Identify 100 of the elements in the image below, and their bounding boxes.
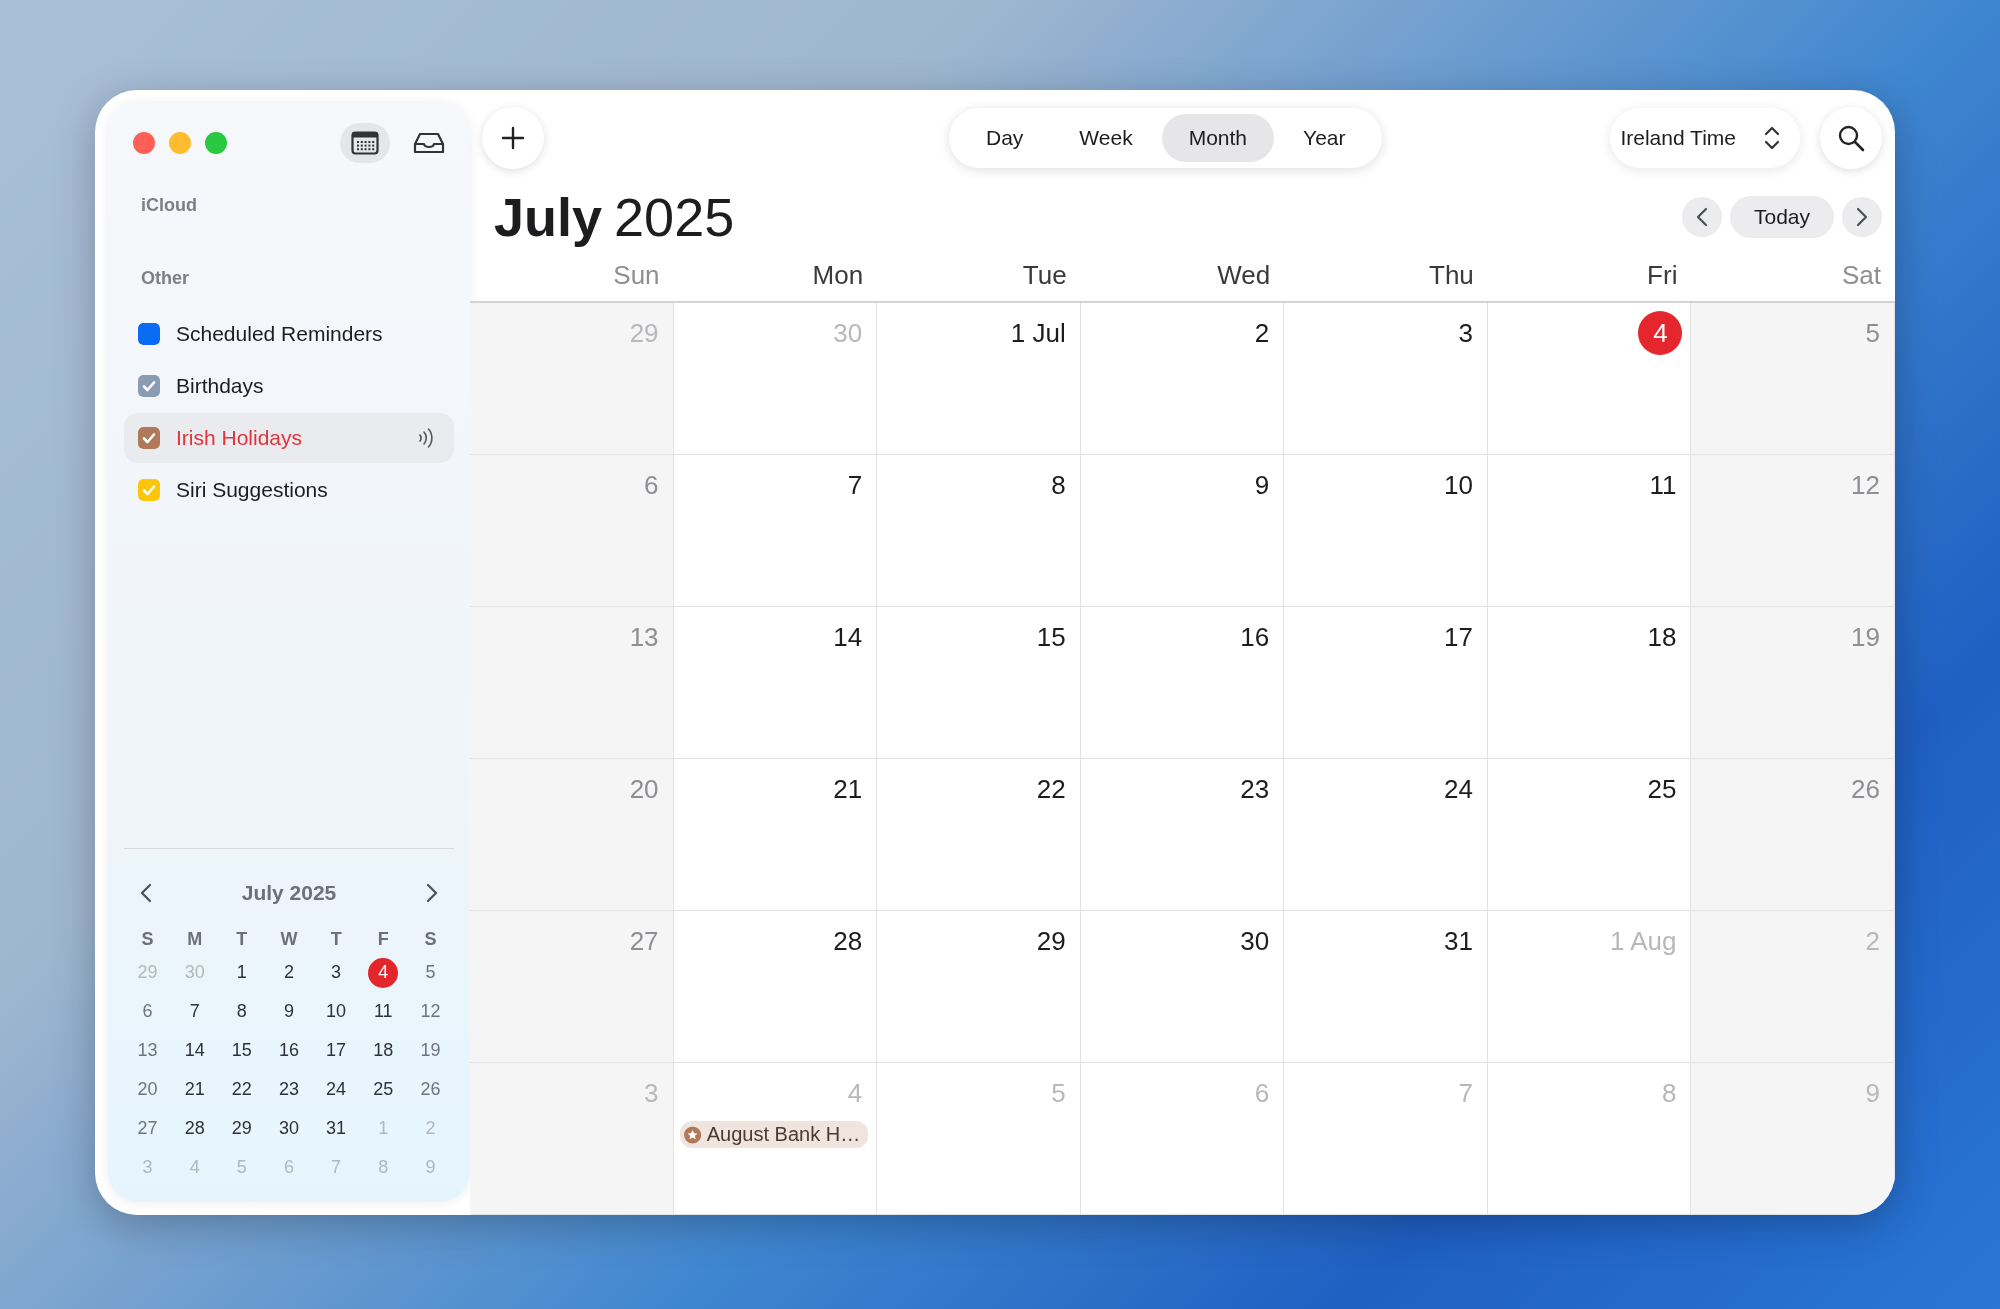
day-number: 9 [1253, 468, 1271, 502]
mini-calendar-day[interactable]: 13 [132, 1035, 163, 1066]
calendar-item[interactable]: Scheduled Reminders [124, 309, 454, 359]
day-number: 22 [1035, 772, 1067, 806]
mini-calendar-title: July 2025 [241, 881, 337, 905]
day-number: 2 [1864, 924, 1881, 958]
calendar-list-button[interactable] [340, 123, 390, 163]
day-number: 27 [628, 924, 660, 958]
calendar-icon [351, 131, 379, 155]
mini-calendar-day[interactable]: 27 [132, 1113, 163, 1144]
mini-calendar-day[interactable]: 28 [179, 1113, 210, 1144]
weekday-header: Mon [812, 259, 864, 290]
year-title: 2025 [614, 186, 735, 248]
mini-calendar-day[interactable]: 14 [179, 1035, 210, 1066]
add-event-button[interactable] [482, 107, 544, 169]
day-number: 4 [1638, 311, 1683, 355]
mini-calendar-day[interactable]: 7 [179, 996, 210, 1027]
calendar-item[interactable]: Irish Holidays [124, 413, 454, 463]
section-heading: iCloud [140, 195, 198, 216]
calendar-item[interactable]: Siri Suggestions [124, 465, 454, 515]
weekday-header: Sat [1841, 259, 1881, 290]
weekday-label: S [141, 929, 154, 949]
weekday-label: T [236, 929, 248, 949]
mini-calendar-day[interactable]: 10 [321, 996, 352, 1027]
chevron-right-icon [1856, 207, 1868, 227]
mini-calendar-day[interactable]: 18 [368, 1035, 399, 1066]
day-number: 17 [1442, 620, 1474, 654]
day-number: 4 [846, 1076, 864, 1110]
day-number: 13 [628, 620, 660, 654]
mini-calendar-day[interactable]: 22 [226, 1074, 257, 1105]
month-title: July [494, 186, 603, 248]
mini-calendar-day[interactable]: 29 [226, 1113, 257, 1144]
day-number: 3 [1457, 316, 1474, 350]
day-number: 19 [1850, 620, 1881, 654]
mini-calendar-day[interactable]: 26 [415, 1074, 446, 1105]
window-control-icon[interactable] [133, 132, 155, 154]
mini-calendar-day[interactable]: 30 [274, 1113, 304, 1144]
mini-calendar-day[interactable]: 21 [179, 1074, 210, 1105]
timezone-selector[interactable]: Ireland Time [1610, 108, 1800, 168]
day-number: 29 [628, 316, 660, 350]
next-button[interactable] [1842, 197, 1882, 237]
checkbox[interactable] [138, 427, 160, 449]
day-number: 7 [846, 468, 864, 502]
day-number: 5 [1864, 316, 1881, 350]
day-number: 16 [1239, 620, 1271, 654]
day-number: 23 [1239, 772, 1271, 806]
day-number: 12 [1850, 468, 1881, 502]
section-heading: Other [140, 268, 190, 289]
mini-calendar-day[interactable]: 9 [274, 996, 304, 1027]
mini-calendar-day[interactable]: 3 [321, 957, 352, 988]
day-number: 9 [1864, 1076, 1881, 1110]
view-tab[interactable]: Month [1161, 114, 1275, 162]
weekday-label: T [330, 929, 342, 949]
mini-calendar-day[interactable]: 31 [321, 1113, 352, 1144]
view-tab[interactable]: Year [1276, 114, 1373, 162]
mini-calendar-day[interactable]: 2 [274, 957, 304, 988]
mini-calendar-day[interactable]: 1 [226, 957, 257, 988]
today-button[interactable]: Today [1729, 196, 1834, 238]
mini-calendar-day[interactable]: 17 [321, 1035, 352, 1066]
calendar-item[interactable]: Birthdays [124, 361, 454, 411]
plus-icon [501, 126, 525, 150]
day-number: 8 [1050, 468, 1067, 502]
mini-calendar-day[interactable]: 19 [415, 1035, 446, 1066]
checkbox[interactable] [138, 375, 160, 397]
inbox-tray-icon [413, 131, 445, 155]
day-number: 31 [1442, 924, 1474, 958]
search-button[interactable] [1820, 107, 1882, 169]
mini-calendar-day[interactable]: 25 [368, 1074, 399, 1105]
up-down-chevron-icon [1764, 125, 1780, 151]
weekday-header: Fri [1647, 259, 1678, 290]
day-number: 29 [1035, 924, 1067, 958]
mini-calendar-day[interactable]: 5 [415, 957, 446, 988]
mini-calendar-day[interactable]: 23 [274, 1074, 304, 1105]
view-tab[interactable]: Week [1052, 114, 1160, 162]
mini-calendar-day[interactable]: 8 [226, 996, 257, 1027]
checkbox[interactable] [138, 479, 160, 501]
day-number: 3 [643, 1076, 660, 1110]
previous-button[interactable] [1681, 197, 1722, 237]
mini-calendar-day[interactable]: 16 [274, 1035, 304, 1066]
event-chip[interactable]: August Bank H… [679, 1121, 869, 1148]
day-number: 26 [1850, 772, 1881, 806]
mini-calendar-day[interactable]: 6 [132, 996, 163, 1027]
day-number: 30 [1239, 924, 1271, 958]
weekday-label: F [377, 929, 389, 949]
day-number: 15 [1035, 620, 1067, 654]
day-number: 14 [832, 620, 864, 654]
day-number: 24 [1442, 772, 1474, 806]
mini-calendar-day[interactable]: 12 [415, 996, 446, 1027]
mini-calendar-day[interactable]: 15 [226, 1035, 257, 1066]
day-number: 1 Jul [1009, 316, 1067, 350]
day-number: 5 [1050, 1076, 1067, 1110]
mini-calendar-day[interactable]: 20 [132, 1074, 163, 1105]
weekday-header: Sun [613, 259, 660, 290]
view-tab[interactable]: Day [959, 114, 1051, 162]
checkbox[interactable] [138, 323, 160, 345]
mini-calendar-day[interactable]: 24 [321, 1074, 352, 1105]
mini-calendar-day[interactable]: 4 [368, 957, 399, 988]
mini-calendar-day[interactable]: 11 [368, 996, 399, 1027]
day-number: 6 [1253, 1076, 1271, 1110]
day-number: 7 [1457, 1076, 1474, 1110]
